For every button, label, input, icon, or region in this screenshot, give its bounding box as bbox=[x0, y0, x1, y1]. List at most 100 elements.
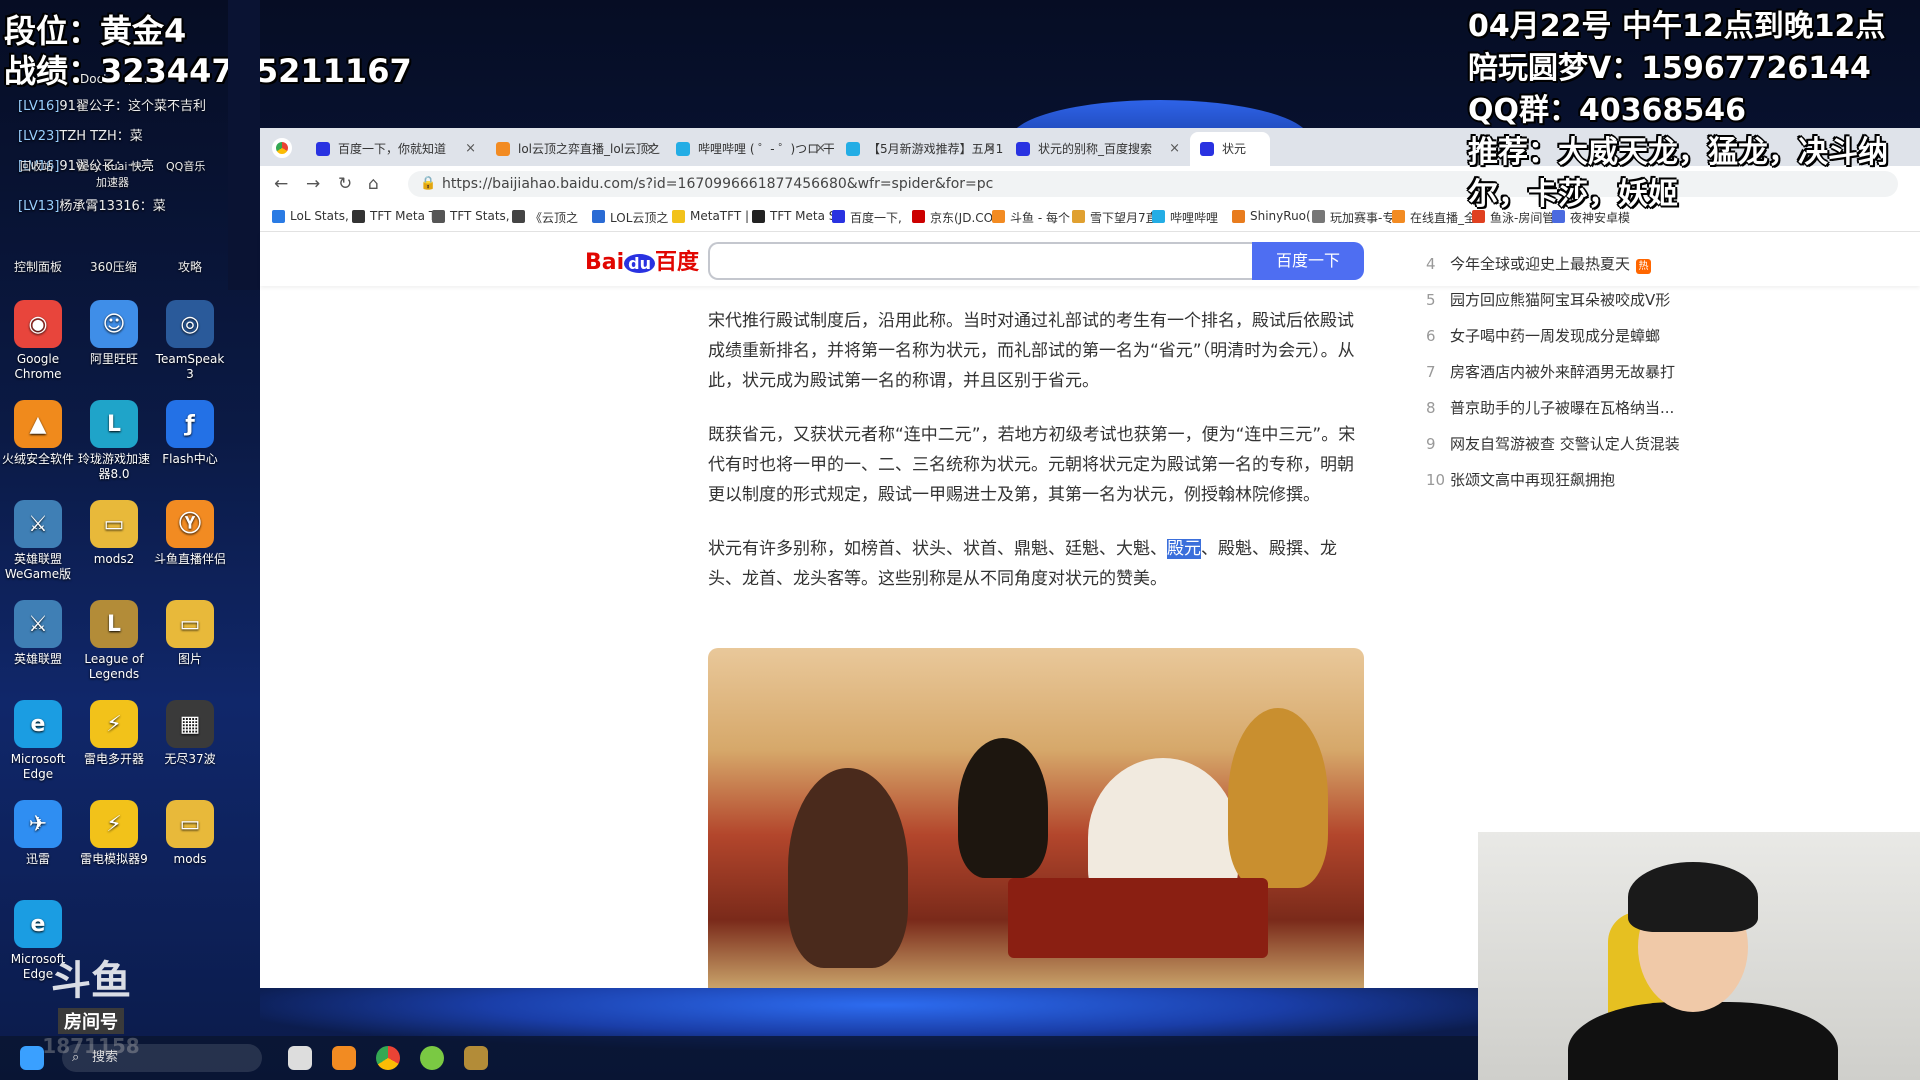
desktop-icon[interactable]: ƒ Flash中心 bbox=[152, 400, 228, 467]
desktop-icon-label: 迅雷 bbox=[25, 852, 50, 866]
desktop-label: 360压缩 bbox=[90, 260, 137, 274]
bookmark-item[interactable]: 在线直播_全 bbox=[1392, 209, 1476, 226]
desktop-icon[interactable]: ☺ 阿里旺旺 bbox=[76, 300, 152, 367]
hot-rank: 10 bbox=[1426, 471, 1446, 489]
browser-tab[interactable]: 状元 bbox=[1190, 132, 1270, 166]
desktop-icon[interactable]: L 玲珑游戏加速器8.0 bbox=[76, 400, 152, 482]
hot-title: 今年全球或迎史上最热夏天 bbox=[1450, 255, 1631, 273]
app-icon: ▭ bbox=[90, 500, 138, 548]
browser-tab[interactable]: lol云顶之弈直播_lol云顶之 × bbox=[486, 132, 664, 166]
desktop-icon[interactable]: ◉ Google Chrome bbox=[0, 300, 76, 382]
bookmark-item[interactable]: 百度一下, bbox=[832, 209, 902, 226]
bookmark-label: ShinyRuo( bbox=[1250, 209, 1311, 223]
chat-message: [LV16]91翟公子：这个菜不吉利 bbox=[18, 99, 206, 114]
app-icon: Ⓨ bbox=[166, 500, 214, 548]
desktop-icon[interactable]: Ⓨ 斗鱼直播伴侣 bbox=[152, 500, 228, 567]
bookmark-favicon-icon bbox=[1232, 210, 1245, 223]
close-icon[interactable]: × bbox=[985, 132, 996, 166]
home-icon[interactable]: ⌂ bbox=[368, 174, 379, 194]
selected-text[interactable]: 殿元 bbox=[1167, 539, 1201, 559]
reload-icon[interactable]: ↻ bbox=[338, 174, 352, 194]
bookmark-item[interactable]: 京东(JD.CO bbox=[912, 209, 993, 226]
tab-label: 状元 bbox=[1222, 142, 1247, 156]
close-icon[interactable]: × bbox=[815, 132, 826, 166]
browser-tab[interactable]: 百度一下，你就知道 × bbox=[306, 132, 484, 166]
record-text: 战绩：32344755211167 bbox=[4, 52, 412, 90]
app-icon: ▭ bbox=[166, 600, 214, 648]
browser-logo-icon[interactable] bbox=[272, 138, 292, 158]
hot-rank: 9 bbox=[1426, 435, 1436, 453]
hot-search-item[interactable]: 8 普京助手的儿子被曝在瓦格纳当... bbox=[1426, 397, 1674, 418]
streamer-body bbox=[1568, 1002, 1838, 1080]
bookmark-item[interactable]: ShinyRuo( bbox=[1232, 209, 1311, 223]
back-icon[interactable]: ← bbox=[274, 174, 288, 194]
bookmark-favicon-icon bbox=[992, 210, 1005, 223]
browser-tab[interactable]: 【5月新游戏推荐】五月1! × bbox=[836, 132, 1004, 166]
bookmark-item[interactable]: LoL Stats, F bbox=[272, 209, 359, 223]
bookmark-item[interactable]: LOL云顶之 bbox=[592, 209, 668, 226]
douyu-logo: 斗鱼 bbox=[51, 958, 131, 1004]
taskbar-app-icon[interactable] bbox=[332, 1046, 356, 1070]
hot-search-item[interactable]: 4 今年全球或迎史上最热夏天热 bbox=[1426, 253, 1652, 274]
hot-search-item[interactable]: 9 网友自驾游被查 交警认定人货混装 bbox=[1426, 433, 1680, 454]
bookmark-item[interactable]: 斗鱼 - 每个 bbox=[992, 209, 1070, 226]
bookmark-item[interactable]: 《云顶之 bbox=[512, 209, 578, 226]
overlay-line: 04月22号 中午12点到晚12点 bbox=[1468, 9, 1886, 44]
desktop-icon[interactable]: ✈ 迅雷 bbox=[0, 800, 76, 867]
bookmark-favicon-icon bbox=[352, 210, 365, 223]
close-icon[interactable]: × bbox=[645, 132, 656, 166]
taskbar-search[interactable]: ⌕ 搜索 bbox=[62, 1044, 262, 1072]
overlay-strip bbox=[228, 0, 260, 290]
bookmark-item[interactable]: 哔哩哔哩 bbox=[1152, 209, 1218, 226]
close-icon[interactable]: × bbox=[465, 132, 476, 166]
baidu-search-button[interactable]: 百度一下 bbox=[1252, 242, 1364, 280]
app-icon: L bbox=[90, 600, 138, 648]
desktop-icon[interactable]: ▭ 图片 bbox=[152, 600, 228, 667]
desktop-icon[interactable]: ◎ TeamSpeak 3 bbox=[152, 300, 228, 382]
desktop-icon[interactable]: ▲ 火绒安全软件 bbox=[0, 400, 76, 467]
task-view-icon[interactable] bbox=[288, 1046, 312, 1070]
hot-search-item[interactable]: 6 女子喝中药一周发现成分是蟑螂 bbox=[1426, 325, 1660, 346]
bookmark-item[interactable]: TFT Meta S bbox=[752, 209, 836, 223]
hot-search-item[interactable]: 7 房客酒店内被外来醉酒男无故暴打 bbox=[1426, 361, 1675, 382]
hot-search-item[interactable]: 5 园方回应熊猫阿宝耳朵被咬成V形 bbox=[1426, 289, 1670, 310]
desktop-icon[interactable]: ⚡ 雷电多开器 bbox=[76, 700, 152, 767]
start-icon[interactable] bbox=[20, 1046, 44, 1070]
bookmark-item[interactable]: TFT Meta T bbox=[352, 209, 436, 223]
chat-message: [LV13]杨承霄13316：菜 bbox=[18, 199, 166, 214]
browser-tab[interactable]: 状元的别称_百度搜索 × bbox=[1006, 132, 1188, 166]
desktop-icon[interactable]: ▭ mods bbox=[152, 800, 228, 867]
bookmark-item[interactable]: TFT Stats, I bbox=[432, 209, 517, 223]
desktop-icon[interactable]: ▭ mods2 bbox=[76, 500, 152, 567]
desktop-icon[interactable]: ⚔ 英雄联盟 bbox=[0, 600, 76, 667]
bookmark-favicon-icon bbox=[1312, 210, 1325, 223]
desktop-label: 回收站 bbox=[20, 160, 53, 173]
desktop-icon[interactable]: L League of Legends bbox=[76, 600, 152, 682]
taskbar-lol-icon[interactable] bbox=[464, 1046, 488, 1070]
desktop-icon[interactable]: ▦ 无尽37波 bbox=[152, 700, 228, 767]
overlay-line: 陪玩圆梦V：15967726144 bbox=[1468, 51, 1871, 86]
taskbar-chrome-icon[interactable] bbox=[376, 1046, 400, 1070]
bookmark-item[interactable]: 雪下望月7直 bbox=[1072, 209, 1158, 226]
hot-search-item[interactable]: 10 张颂文高中再现狂飙拥抱 bbox=[1426, 469, 1615, 490]
bookmark-item[interactable]: MetaTFT | bbox=[672, 209, 749, 223]
bookmark-favicon-icon bbox=[752, 210, 765, 223]
desktop-icon-label: 玲珑游戏加速器8.0 bbox=[77, 452, 150, 481]
close-icon[interactable]: × bbox=[1169, 132, 1180, 166]
desktop-icon-label: 斗鱼直播伴侣 bbox=[153, 552, 226, 566]
desktop-icon[interactable]: ⚔ 英雄联盟WeGame版 bbox=[0, 500, 76, 582]
browser-tab[interactable]: 哔哩哔哩 ( ゜- ゜)つロ 干杯~× bbox=[666, 132, 834, 166]
tab-label: lol云顶之弈直播_lol云顶之 bbox=[518, 142, 661, 156]
forward-icon[interactable]: → bbox=[306, 174, 320, 194]
baidu-search-input[interactable] bbox=[708, 242, 1254, 280]
logo-bai: Bai bbox=[585, 250, 625, 275]
desktop-icon[interactable]: ⚡ 雷电模拟器9 bbox=[76, 800, 152, 867]
app-icon: ▭ bbox=[166, 800, 214, 848]
desktop-icon-label: 图片 bbox=[177, 652, 202, 666]
bookmark-item[interactable]: 玩加赛事-专 bbox=[1312, 209, 1394, 226]
bookmark-favicon-icon bbox=[912, 210, 925, 223]
taskbar-app-icon[interactable] bbox=[420, 1046, 444, 1070]
desktop-icon[interactable]: e Microsoft Edge bbox=[0, 700, 76, 782]
app-icon: L bbox=[90, 400, 138, 448]
baidu-logo[interactable]: Bai du 百度 bbox=[585, 244, 699, 280]
